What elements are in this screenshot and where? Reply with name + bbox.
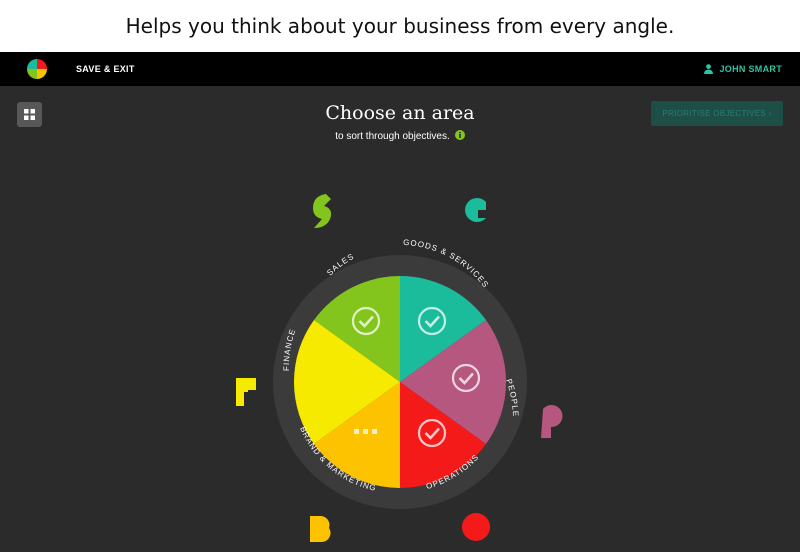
finance-f-icon[interactable] [236,378,256,406]
goods-services-g-icon[interactable] [465,198,486,223]
brand-marketing-b-icon[interactable] [310,515,331,542]
top-bar: SAVE & EXIT JOHN SMART [0,52,800,86]
caption: Helps you think about your business from… [125,14,675,38]
app-window: SAVE & EXIT JOHN SMART Choose an area to… [0,52,800,552]
user-menu[interactable]: JOHN SMART [704,52,782,86]
brand-marketing-in-progress-dots-icon [354,429,377,434]
sales-s-icon[interactable] [313,194,332,228]
area-wheel: SALES GOODS & SERVICES PEOPLE OPERATIONS… [236,194,563,542]
save-exit-button[interactable]: SAVE & EXIT [76,52,135,86]
operations-o-icon[interactable] [462,513,490,541]
people-p-icon[interactable] [541,405,563,438]
app-logo-icon[interactable] [27,59,47,79]
user-name: JOHN SMART [719,64,782,74]
user-icon [704,64,714,74]
